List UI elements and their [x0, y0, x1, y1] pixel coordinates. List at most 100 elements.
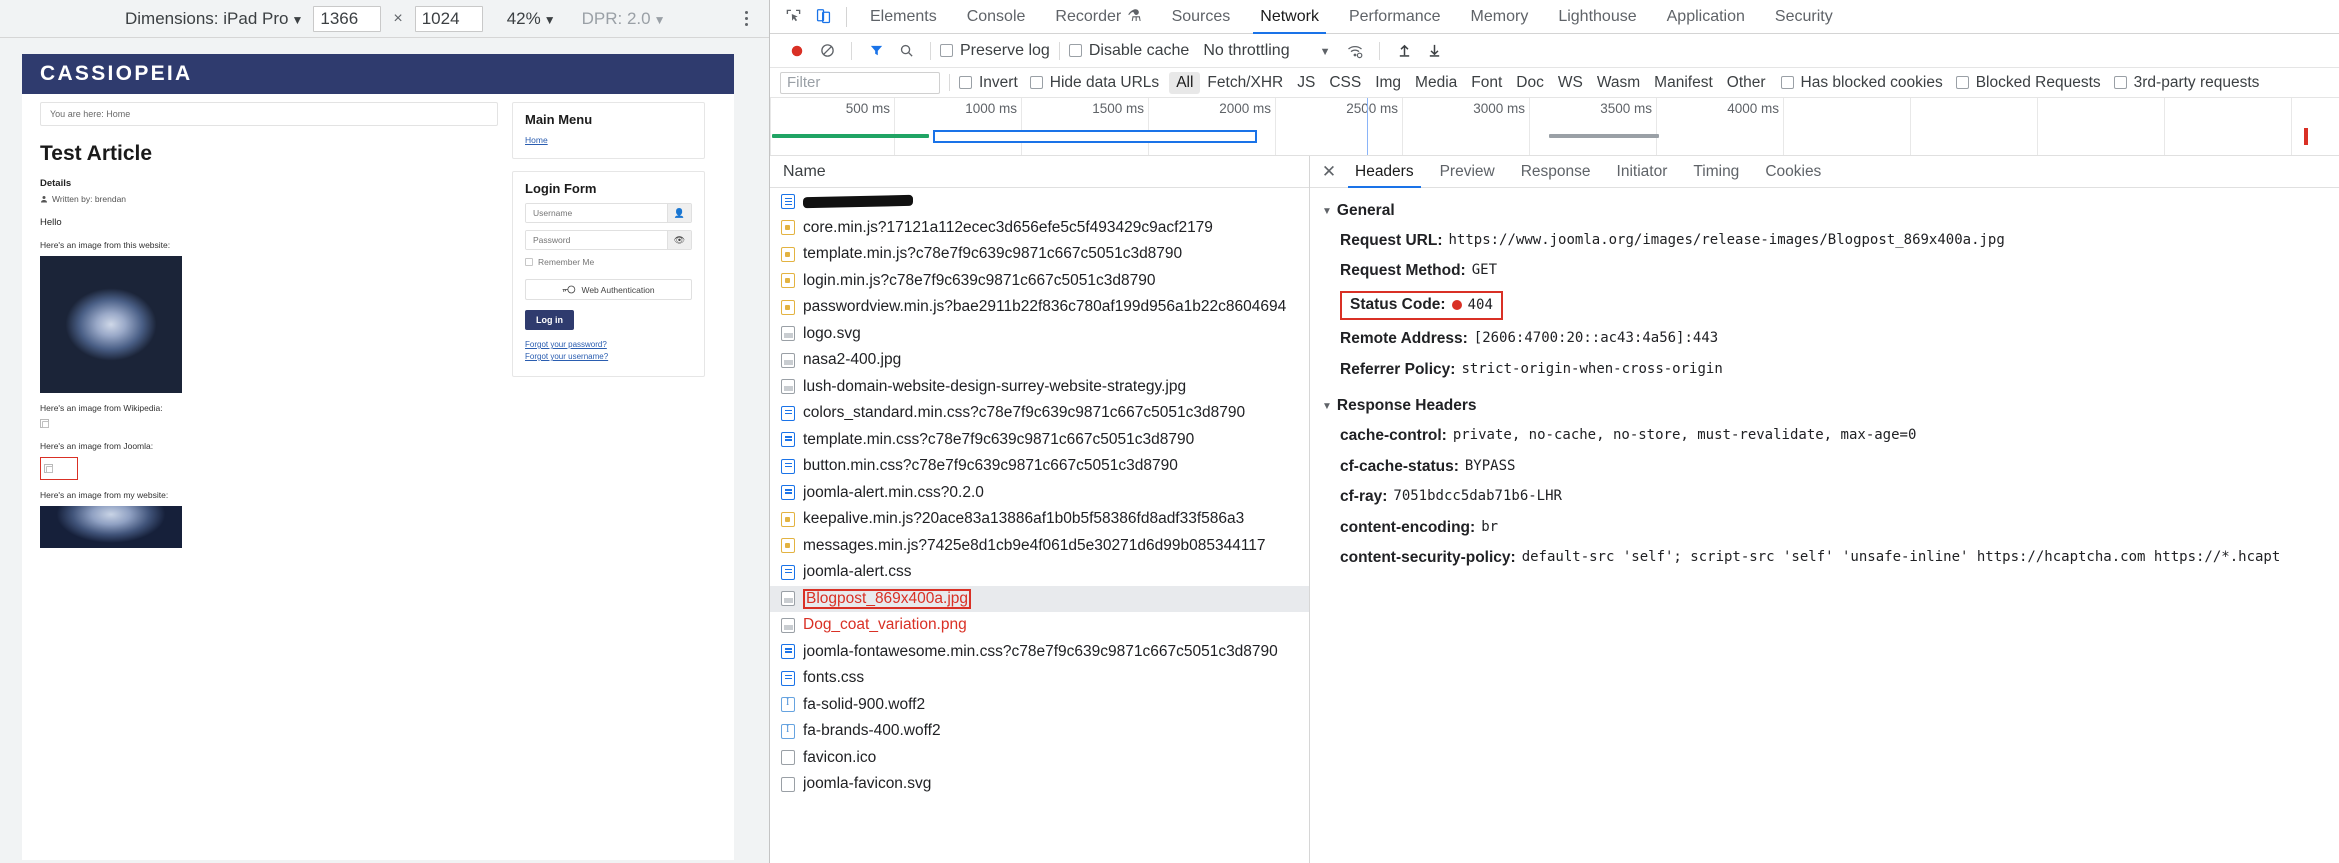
password-input[interactable] [526, 231, 667, 249]
login-button[interactable]: Log in [525, 310, 574, 330]
detail-tab-initiator[interactable]: Initiator [1604, 156, 1681, 188]
js-file-icon [781, 512, 795, 527]
tab-application[interactable]: Application [1652, 0, 1760, 34]
request-rows[interactable]: core.min.js?17121a112ecec3d656efe5c5f493… [770, 188, 1309, 863]
type-filter-all[interactable]: All [1169, 72, 1200, 94]
filter-icon[interactable] [861, 36, 891, 66]
table-row[interactable]: passwordview.min.js?bae2911b22f836c780af… [770, 294, 1309, 321]
invert-checkbox[interactable]: Invert [959, 74, 1018, 92]
type-filter-css[interactable]: CSS [1322, 72, 1368, 94]
table-row[interactable]: joomla-alert.min.css?0.2.0 [770, 480, 1309, 507]
type-filter-media[interactable]: Media [1408, 72, 1464, 94]
emulated-page[interactable]: CASSIOPEIA You are here: Home Test Artic… [22, 54, 734, 860]
nebula-image [40, 256, 182, 393]
detail-tab-timing[interactable]: Timing [1680, 156, 1752, 188]
device-more-options-icon[interactable] [739, 8, 753, 29]
table-row[interactable]: fa-brands-400.woff2 [770, 718, 1309, 745]
table-row[interactable]: favicon.ico [770, 745, 1309, 772]
viewport-height-input[interactable] [415, 6, 483, 32]
remember-me-row[interactable]: Remember Me [525, 257, 692, 267]
type-filter-img[interactable]: Img [1368, 72, 1408, 94]
general-section-title[interactable]: ▼ General [1322, 202, 2339, 220]
response-headers-section-title[interactable]: ▼ Response Headers [1322, 397, 2339, 415]
export-har-icon[interactable] [1419, 36, 1449, 66]
inspect-element-icon[interactable] [778, 2, 808, 32]
zoom-dropdown[interactable]: 42%▼ [507, 9, 556, 29]
tab-sources[interactable]: Sources [1157, 0, 1246, 34]
table-row[interactable]: core.min.js?17121a112ecec3d656efe5c5f493… [770, 215, 1309, 242]
hide-data-urls-checkbox[interactable]: Hide data URLs [1030, 74, 1159, 92]
has-blocked-cookies-checkbox[interactable]: Has blocked cookies [1781, 74, 1943, 92]
tab-security[interactable]: Security [1760, 0, 1848, 34]
type-filter-font[interactable]: Font [1464, 72, 1509, 94]
request-list-header[interactable]: Name [770, 156, 1309, 188]
search-icon[interactable] [891, 36, 921, 66]
record-stop-icon[interactable] [782, 36, 812, 66]
type-filter-js[interactable]: JS [1290, 72, 1322, 94]
table-row[interactable]: login.min.js?c78e7f9c639c9871c667c5051c3… [770, 268, 1309, 295]
detail-tab-preview[interactable]: Preview [1427, 156, 1508, 188]
table-row[interactable]: button.min.css?c78e7f9c639c9871c667c5051… [770, 453, 1309, 480]
table-row[interactable]: lush-domain-website-design-surrey-websit… [770, 374, 1309, 401]
web-authentication-button[interactable]: Web Authentication [525, 279, 692, 300]
preserve-log-checkbox[interactable]: Preserve log [940, 42, 1050, 60]
device-toolbar: Dimensions: iPad Pro▼ × 42%▼ DPR: 2.0▼ [0, 0, 769, 38]
type-filter-ws[interactable]: WS [1551, 72, 1590, 94]
detail-tab-cookies[interactable]: Cookies [1752, 156, 1834, 188]
tab-console[interactable]: Console [952, 0, 1041, 34]
detail-tab-response[interactable]: Response [1508, 156, 1604, 188]
table-row[interactable]: joomla-fontawesome.min.css?c78e7f9c639c9… [770, 639, 1309, 666]
table-row[interactable]: messages.min.js?7425e8d1cb9e4f061d5e3027… [770, 533, 1309, 560]
header-value: GET [1472, 260, 1497, 282]
table-row[interactable]: keepalive.min.js?20ace83a13886af1b0b5f58… [770, 506, 1309, 533]
detail-tab-headers[interactable]: Headers [1342, 156, 1427, 188]
clear-icon[interactable] [812, 36, 842, 66]
table-row[interactable]: template.min.js?c78e7f9c639c9871c667c505… [770, 241, 1309, 268]
table-row[interactable]: joomla-favicon.svg [770, 771, 1309, 798]
table-row[interactable]: colors_standard.min.css?c78e7f9c639c9871… [770, 400, 1309, 427]
remember-me-checkbox[interactable] [525, 258, 533, 266]
network-overview[interactable]: 500 ms 1000 ms 1500 ms 2000 ms 2500 ms 3… [770, 98, 2339, 156]
forgot-password-link[interactable]: Forgot your password? [525, 340, 692, 349]
dimensions-dropdown[interactable]: Dimensions: iPad Pro▼ [125, 9, 303, 29]
overview-selection-window[interactable] [933, 130, 1257, 143]
tab-recorder[interactable]: Recorder⚗ [1040, 0, 1156, 34]
tab-lighthouse[interactable]: Lighthouse [1543, 0, 1651, 34]
tab-network[interactable]: Network [1245, 0, 1334, 34]
network-conditions-icon[interactable] [1340, 36, 1370, 66]
disable-cache-checkbox[interactable]: Disable cache [1069, 42, 1190, 60]
import-har-icon[interactable] [1389, 36, 1419, 66]
close-icon[interactable]: ✕ [1316, 159, 1342, 185]
viewport-width-input[interactable] [313, 6, 381, 32]
table-row[interactable]: fonts.css [770, 665, 1309, 692]
table-row[interactable] [770, 188, 1309, 215]
username-input[interactable] [526, 204, 667, 222]
table-row[interactable]: Dog_coat_variation.png [770, 612, 1309, 639]
divider [1379, 42, 1380, 60]
forgot-username-link[interactable]: Forgot your username? [525, 352, 692, 361]
table-row[interactable]: fa-solid-900.woff2 [770, 692, 1309, 719]
device-toolbar-icon[interactable] [808, 2, 838, 32]
type-filter-wasm[interactable]: Wasm [1590, 72, 1647, 94]
header-value[interactable]: https://www.joomla.org/images/release-im… [1448, 230, 2004, 252]
type-filter-doc[interactable]: Doc [1509, 72, 1551, 94]
type-filter-manifest[interactable]: Manifest [1647, 72, 1720, 94]
dpr-dropdown[interactable]: DPR: 2.0▼ [582, 9, 666, 29]
table-row[interactable]: nasa2-400.jpg [770, 347, 1309, 374]
tab-elements[interactable]: Elements [855, 0, 952, 34]
third-party-requests-checkbox[interactable]: 3rd-party requests [2114, 74, 2260, 92]
tab-performance[interactable]: Performance [1334, 0, 1456, 34]
blocked-requests-checkbox[interactable]: Blocked Requests [1956, 74, 2101, 92]
chevron-down-icon: ▼ [654, 13, 666, 27]
menu-item-home[interactable]: Home [525, 135, 548, 145]
type-filter-fetch-xhr[interactable]: Fetch/XHR [1200, 72, 1290, 94]
throttling-dropdown[interactable]: No throttling▼ [1203, 42, 1330, 60]
filter-input[interactable] [780, 72, 940, 94]
tab-memory[interactable]: Memory [1456, 0, 1544, 34]
table-row-selected[interactable]: Blogpost_869x400a.jpg [770, 586, 1309, 613]
type-filter-other[interactable]: Other [1720, 72, 1773, 94]
table-row[interactable]: template.min.css?c78e7f9c639c9871c667c50… [770, 427, 1309, 454]
table-row[interactable]: joomla-alert.css [770, 559, 1309, 586]
eye-icon[interactable]: 👁 [667, 231, 691, 249]
table-row[interactable]: logo.svg [770, 321, 1309, 348]
